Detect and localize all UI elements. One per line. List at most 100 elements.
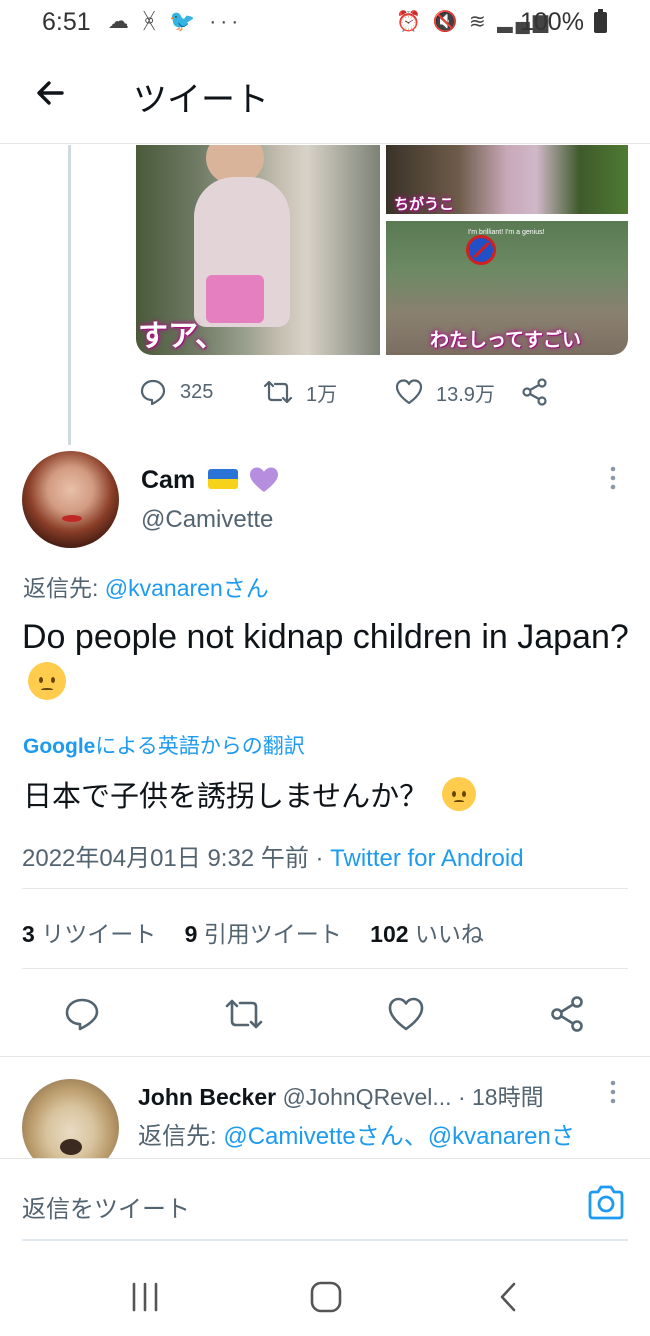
divider xyxy=(0,1056,650,1057)
quote-stat[interactable]: 9 引用ツイート xyxy=(185,915,342,949)
like-stat-count: 102 xyxy=(370,921,409,947)
tweet-more-button[interactable] xyxy=(600,464,626,494)
arrow-left-icon xyxy=(37,81,64,105)
more-dots-icon: ··· xyxy=(209,10,243,33)
reply-to-line: 返信先: @kvanarenさん xyxy=(23,569,269,603)
thread-connector-line xyxy=(68,145,71,445)
prev-retweet-count: 1万 xyxy=(306,383,338,406)
quote-stat-label: 引用ツイート xyxy=(203,921,342,947)
app-icon: ᚸ xyxy=(142,10,160,33)
reply-to-prefix: 返信先: xyxy=(23,575,105,601)
recent-apps-button[interactable] xyxy=(126,1280,166,1314)
dog-nose-shape xyxy=(60,1139,82,1155)
meta-separator: · xyxy=(308,845,331,872)
status-left-icons: ☁ ᚸ 🐦 ··· xyxy=(108,9,242,34)
translation-attribution[interactable]: Googleによる英語からの翻訳 xyxy=(23,730,305,760)
reply-compose-input[interactable]: 返信をツイート xyxy=(22,1189,190,1224)
translated-text: 日本で子供を誘拐しませんか？ xyxy=(23,773,477,815)
quote-stat-count: 9 xyxy=(184,921,198,947)
reply-author-name[interactable]: John Becker xyxy=(138,1084,276,1110)
previous-tweet-actions: 325 1万 13.9万 xyxy=(136,372,576,412)
media-image-3[interactable]: I'm brilliant! I'm a genius! わたしってすごい xyxy=(386,221,628,355)
reply-reply-to-line: 返信先: @Camivetteさん、@kvanarenさ xyxy=(138,1116,575,1151)
anxious-face-emoji-icon xyxy=(28,662,66,700)
back-nav-button[interactable] xyxy=(492,1280,532,1314)
media-caption-3: わたしってすごい xyxy=(430,330,582,351)
camera-button[interactable] xyxy=(585,1183,627,1223)
retweet-stat[interactable]: 3 リツイート xyxy=(22,915,156,949)
traffic-sign-shape xyxy=(466,235,496,265)
reply-icon xyxy=(65,998,99,1031)
more-vertical-icon xyxy=(610,466,616,490)
retweet-icon xyxy=(225,999,263,1029)
reply-author-handle[interactable]: @JohnQRevel... xyxy=(282,1084,451,1110)
retweet-stat-label: リツイート xyxy=(41,921,157,947)
author-avatar[interactable] xyxy=(22,451,119,548)
mute-icon: 🔇 xyxy=(432,11,461,33)
reply-mentions[interactable]: @Camivetteさん、@kvanarenさ xyxy=(223,1123,575,1150)
page-title: ツイート xyxy=(133,81,269,119)
ukraine-flag-icon xyxy=(208,469,238,489)
tweet-actions xyxy=(0,990,650,1040)
weather-icon: ☁ xyxy=(108,10,133,33)
reply-to-mention[interactable]: @kvanarenさん xyxy=(105,575,269,601)
tweet-body: Do people not kidnap children in Japan? xyxy=(22,618,629,656)
media-caption-1: すア、 xyxy=(138,320,225,353)
google-logo: Google xyxy=(23,735,96,758)
divider xyxy=(22,968,628,969)
top-app-bar: ツイート xyxy=(0,46,650,144)
author-name[interactable]: Cam xyxy=(141,466,195,495)
like-button[interactable] xyxy=(386,994,426,1034)
share-icon xyxy=(522,378,547,406)
reply-author-line: John Becker @JohnQRevel... · 18時間 xyxy=(138,1078,544,1112)
retweet-stat-count: 3 xyxy=(22,921,35,947)
tweet-date: 2022年04月01日 9:32 午前 xyxy=(22,845,309,872)
anxious-face-emoji-icon-2 xyxy=(442,777,477,811)
reply-icon xyxy=(140,379,166,406)
tweet-source[interactable]: Twitter for Android xyxy=(330,845,523,872)
wifi-icon: ≋ xyxy=(468,11,489,33)
reply-time: · 18時間 xyxy=(457,1084,544,1110)
media-image-2[interactable]: ちがうこ xyxy=(386,145,628,214)
prev-reply-count: 325 xyxy=(180,380,214,403)
prev-reply-button[interactable]: 325 xyxy=(138,372,213,412)
alarm-icon: ⏰ xyxy=(396,11,424,33)
retweet-icon xyxy=(263,380,293,404)
prev-retweet-button[interactable]: 1万 xyxy=(262,372,337,412)
share-button[interactable] xyxy=(548,994,588,1034)
prev-share-button[interactable] xyxy=(520,372,550,412)
purple-heart-icon xyxy=(250,467,278,492)
system-nav-bar xyxy=(0,1250,650,1336)
camera-icon xyxy=(588,1185,624,1220)
heart-icon xyxy=(388,997,424,1031)
tweet-stats: 3 リツイート 9 引用ツイート 102 いいね xyxy=(22,915,506,949)
back-button[interactable] xyxy=(30,72,72,114)
tweet-meta: 2022年04月01日 9:32 午前 · Twitter for Androi… xyxy=(22,838,524,873)
translation-label: による英語からの翻訳 xyxy=(95,735,305,758)
compose-underline xyxy=(22,1239,628,1241)
recent-apps-icon xyxy=(132,1282,158,1312)
home-button[interactable] xyxy=(307,1280,347,1314)
more-vertical-icon xyxy=(610,1080,616,1104)
retweet-button[interactable] xyxy=(223,994,263,1034)
prev-like-button[interactable]: 13.9万 xyxy=(394,372,495,412)
heart-icon xyxy=(395,379,423,405)
avatar-lips-shape xyxy=(62,515,82,522)
battery-percent: 100% xyxy=(520,8,584,36)
like-stat[interactable]: 102 いいね xyxy=(370,915,484,949)
status-time: 6:51 xyxy=(42,8,91,36)
twitter-bird-icon: 🐦 xyxy=(169,10,200,33)
translated-body: 日本で子供を誘拐しませんか？ xyxy=(23,781,429,813)
prev-like-count: 13.9万 xyxy=(436,383,495,406)
chevron-left-icon xyxy=(500,1282,516,1312)
reply-more-button[interactable] xyxy=(603,1078,623,1108)
battery-icon xyxy=(594,9,607,33)
reply-button[interactable] xyxy=(62,994,102,1034)
reply-compose-bar: 返信をツイート xyxy=(0,1158,650,1248)
author-handle[interactable]: @Camivette xyxy=(141,506,273,534)
media-image-1[interactable]: すア、 xyxy=(136,145,380,355)
tweet-text: Do people not kidnap children in Japan? xyxy=(22,614,632,706)
share-icon xyxy=(551,996,583,1032)
media-caption-2: ちがうこ xyxy=(394,196,455,213)
like-stat-label: いいね xyxy=(414,921,484,947)
